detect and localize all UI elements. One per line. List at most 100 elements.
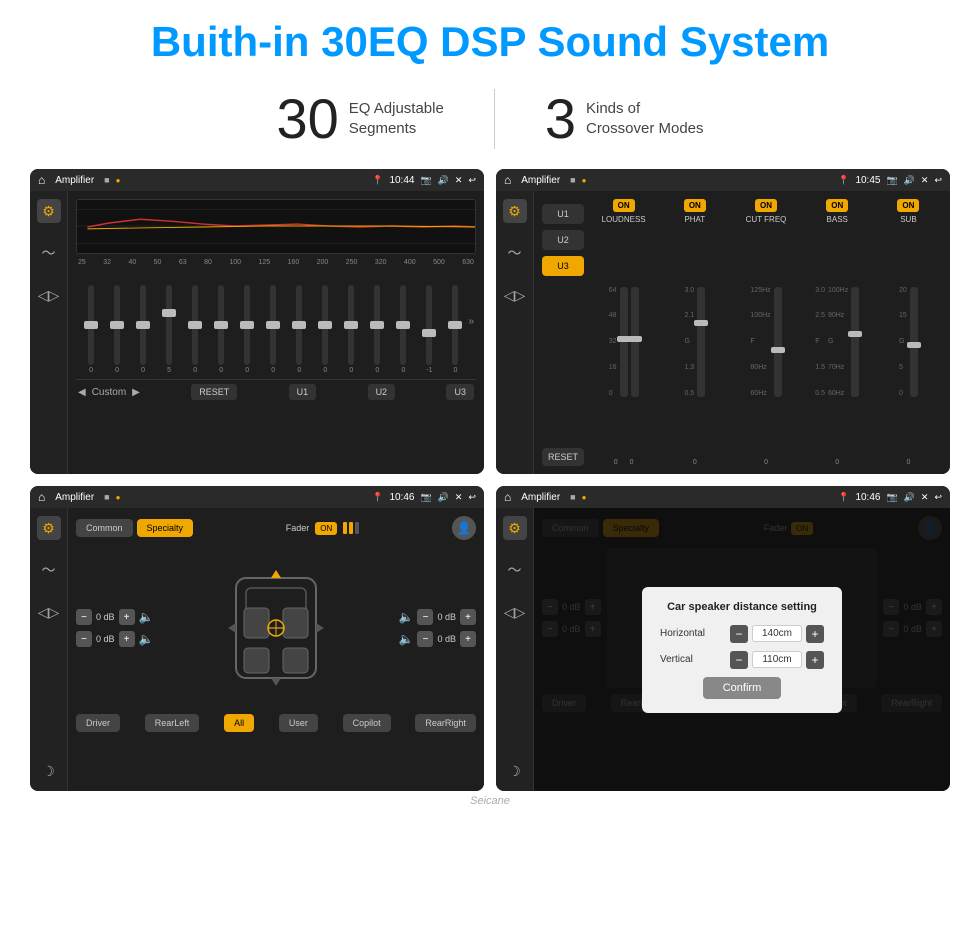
- eq-slider-10[interactable]: 0: [312, 285, 338, 374]
- dialog-title: Car speaker distance setting: [660, 601, 824, 613]
- db-minus-3[interactable]: −: [417, 609, 433, 625]
- channel-cutfreq: ON CUT FREQ 125Hz100HzF80Hz60Hz 0: [732, 199, 799, 466]
- sidebar-eq-icon-4[interactable]: ⚙: [503, 516, 527, 540]
- play-icon[interactable]: ▶: [132, 387, 140, 398]
- prev-icon[interactable]: ◀: [78, 387, 86, 398]
- reset-button-1[interactable]: RESET: [191, 384, 237, 400]
- eq-slider-14[interactable]: -1: [416, 285, 442, 374]
- sidebar-eq-icon[interactable]: ⚙: [37, 199, 61, 223]
- car-diagram: [159, 548, 392, 708]
- db-plus-1[interactable]: +: [119, 609, 135, 625]
- eq-slider-15[interactable]: 0: [442, 285, 468, 374]
- screen4-time: 10:46: [855, 492, 880, 503]
- sidebar-bt-icon-3[interactable]: ☽: [37, 759, 61, 783]
- horizontal-minus[interactable]: −: [730, 625, 748, 643]
- sidebar-wave-icon-4[interactable]: 〜: [503, 558, 527, 582]
- specialty-btn[interactable]: Specialty: [137, 519, 194, 537]
- sidebar-vol-icon[interactable]: ◁▷: [37, 283, 61, 307]
- user-btn[interactable]: User: [279, 714, 318, 732]
- u2-btn[interactable]: U2: [542, 230, 584, 250]
- screen1-content: ⚙ 〜 ◁▷: [30, 191, 484, 474]
- sidebar-bt-icon-4[interactable]: ☽: [503, 759, 527, 783]
- sidebar-eq-icon-2[interactable]: ⚙: [503, 199, 527, 223]
- db-row-4: 🔈 − 0 dB +: [399, 631, 476, 647]
- x-icon-3: ✕: [455, 492, 463, 503]
- eq-slider-4[interactable]: 5: [156, 285, 182, 374]
- eq-slider-8[interactable]: 0: [260, 285, 286, 374]
- record-icon-2: ■: [570, 175, 575, 185]
- db-minus-4[interactable]: −: [417, 631, 433, 647]
- x-icon-4: ✕: [921, 492, 929, 503]
- screen4-content: ⚙ 〜 ◁▷ ☽ Common Specialty Fader ON 👤: [496, 508, 950, 791]
- db-plus-4[interactable]: +: [460, 631, 476, 647]
- u2-button-1[interactable]: U2: [368, 384, 396, 400]
- u3-btn[interactable]: U3: [542, 256, 584, 276]
- fader-control[interactable]: [343, 522, 359, 534]
- all-btn[interactable]: All: [224, 714, 254, 732]
- eq-bottom: ◀ Custom ▶ RESET U1 U2 U3: [76, 379, 476, 404]
- eq-labels: 25 32 40 50 63 80 100 125 160 200 250 32…: [76, 259, 476, 266]
- fader-on[interactable]: ON: [315, 522, 337, 535]
- sub-name: SUB: [900, 215, 916, 224]
- rear-left-btn[interactable]: RearLeft: [145, 714, 200, 732]
- driver-btn[interactable]: Driver: [76, 714, 120, 732]
- u1-button-1[interactable]: U1: [289, 384, 317, 400]
- stat-eq: 30 EQ AdjustableSegments: [226, 86, 493, 151]
- eq-slider-2[interactable]: 0: [104, 285, 130, 374]
- stat-crossover-label: Kinds ofCrossover Modes: [586, 99, 704, 138]
- channel-sub: ON SUB 2015G50 0: [875, 199, 942, 466]
- back-icon-1: ↩: [468, 175, 476, 186]
- fader-label: Fader: [286, 523, 310, 533]
- db-val-4: 0 dB: [437, 634, 456, 644]
- eq-slider-3[interactable]: 0: [130, 285, 156, 374]
- loudness-name: LOUDNESS: [602, 215, 646, 224]
- sidebar-4: ⚙ 〜 ◁▷ ☽: [496, 508, 534, 791]
- sidebar-wave-icon[interactable]: 〜: [37, 241, 61, 265]
- stat-crossover-number: 3: [545, 86, 576, 151]
- sidebar-vol-icon-4[interactable]: ◁▷: [503, 600, 527, 624]
- eq-slider-12[interactable]: 0: [364, 285, 390, 374]
- vertical-minus[interactable]: −: [730, 651, 748, 669]
- common-btn[interactable]: Common: [76, 519, 133, 537]
- eq-slider-1[interactable]: 0: [78, 285, 104, 374]
- common-specialty-row: Common Specialty: [76, 519, 193, 537]
- eq-slider-7[interactable]: 0: [234, 285, 260, 374]
- eq-slider-5[interactable]: 0: [182, 285, 208, 374]
- u1-btn[interactable]: U1: [542, 204, 584, 224]
- vol-icon-4: 🔊: [904, 492, 915, 503]
- sidebar-wave-icon-2[interactable]: 〜: [503, 241, 527, 265]
- loudness-on[interactable]: ON: [613, 199, 635, 212]
- screen-crossover: ⌂ Amplifier ■ ● 📍 10:45 📷 🔊 ✕ ↩ ⚙ 〜 ◁▷ U…: [496, 169, 950, 474]
- db-plus-2[interactable]: +: [119, 631, 135, 647]
- eq-slider-6[interactable]: 0: [208, 285, 234, 374]
- db-minus-1[interactable]: −: [76, 609, 92, 625]
- eq-slider-13[interactable]: 0: [390, 285, 416, 374]
- watermark: Seicane: [0, 795, 980, 807]
- cutfreq-on[interactable]: ON: [755, 199, 777, 212]
- screen4-main: Common Specialty Fader ON 👤 −0 dB+ −0 dB…: [534, 508, 950, 791]
- sidebar-eq-icon-3[interactable]: ⚙: [37, 516, 61, 540]
- stats-row: 30 EQ AdjustableSegments 3 Kinds ofCross…: [0, 76, 980, 169]
- rear-right-btn[interactable]: RearRight: [415, 714, 476, 732]
- sub-on[interactable]: ON: [897, 199, 919, 212]
- sidebar-vol-icon-3[interactable]: ◁▷: [37, 600, 61, 624]
- reset-btn-2[interactable]: RESET: [542, 448, 584, 466]
- phat-on[interactable]: ON: [684, 199, 706, 212]
- eq-slider-11[interactable]: 0: [338, 285, 364, 374]
- vol-icon-1: 🔊: [438, 175, 449, 186]
- bass-on[interactable]: ON: [826, 199, 848, 212]
- sidebar-vol-icon-2[interactable]: ◁▷: [503, 283, 527, 307]
- sidebar-wave-icon-3[interactable]: 〜: [37, 558, 61, 582]
- vertical-plus[interactable]: +: [806, 651, 824, 669]
- db-plus-3[interactable]: +: [460, 609, 476, 625]
- eq-slider-9[interactable]: 0: [286, 285, 312, 374]
- page-title: Buith-in 30EQ DSP Sound System: [0, 18, 980, 66]
- db-minus-2[interactable]: −: [76, 631, 92, 647]
- horizontal-label: Horizontal: [660, 628, 705, 639]
- copilot-btn[interactable]: Copilot: [343, 714, 391, 732]
- confirm-button[interactable]: Confirm: [703, 677, 782, 699]
- screen-dialog: ⌂ Amplifier ■ ● 📍 10:46 📷 🔊 ✕ ↩ ⚙ 〜 ◁▷ ☽: [496, 486, 950, 791]
- u3-button-1[interactable]: U3: [446, 384, 474, 400]
- horizontal-plus[interactable]: +: [806, 625, 824, 643]
- dialog-vertical-row: Vertical − 110cm +: [660, 651, 824, 669]
